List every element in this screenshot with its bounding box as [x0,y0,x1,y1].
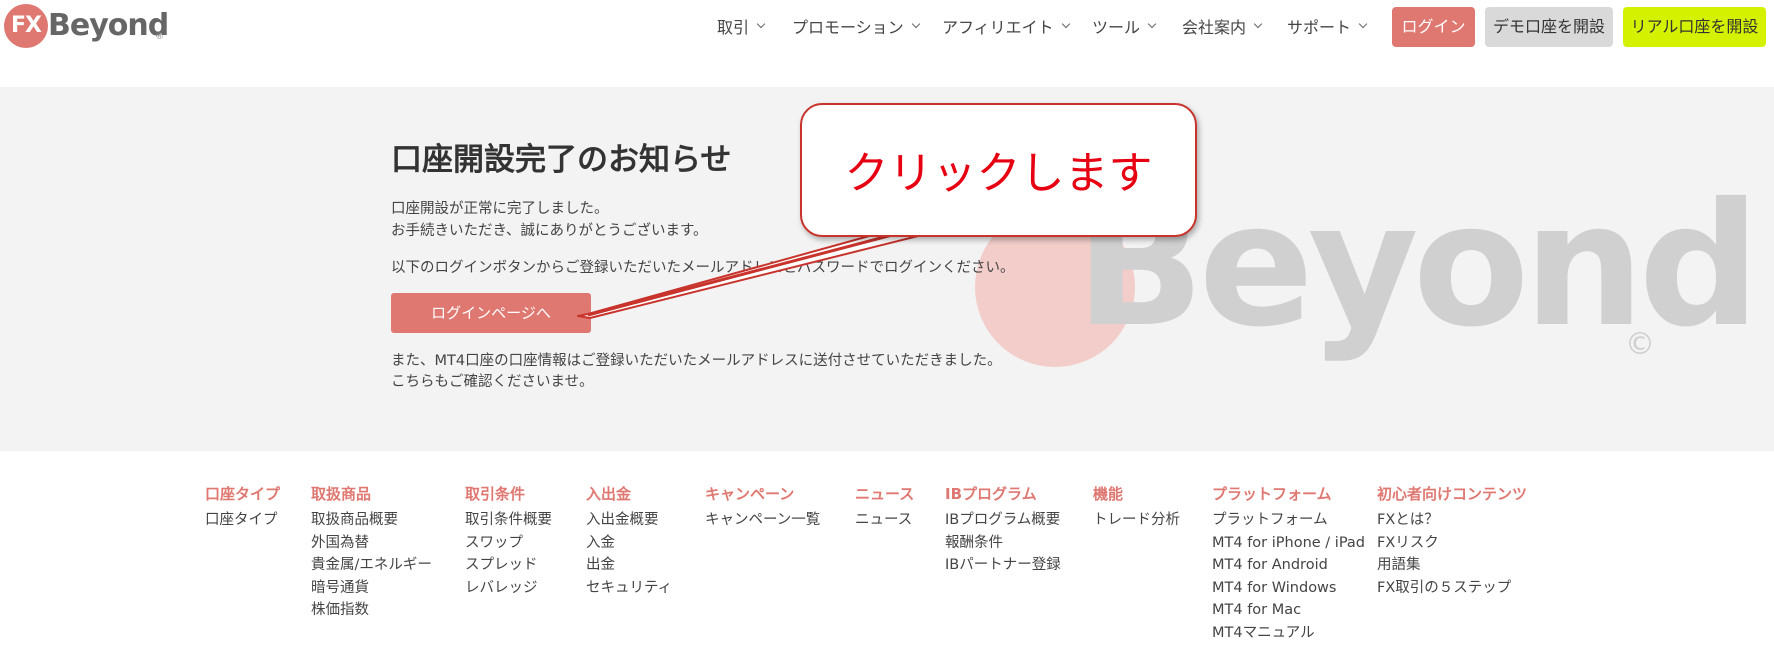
footer-link[interactable]: 貴金属/エネルギー [311,554,432,577]
notice-line-1: 口座開設が正常に完了しました。 [391,201,609,217]
footer-column-beginners: 初心者向けコンテンツ FXとは？ FXリスク 用語集 FX取引の５ステップ [1377,483,1527,599]
footer-heading: 初心者向けコンテンツ [1377,485,1528,503]
footer-link[interactable]: MT4 for Mac [1212,599,1365,622]
footer-link[interactable]: MT4 for iPhone / iPad [1212,532,1365,555]
logo-mark-icon: FX [4,4,48,48]
watermark-copyright-mark: © [1625,327,1655,362]
footer-column-platform: プラットフォーム プラットフォーム MT4 for iPhone / iPad … [1212,483,1365,644]
site-header: FX Beyond ® 取引 プロモーション アフィリエイト ツール 会社案内 … [0,0,1774,56]
footer-heading: 入出金 [586,485,632,503]
footer-link[interactable]: 用語集 [1377,554,1527,577]
footer-column-campaign: キャンペーン キャンペーン一覧 [705,483,820,532]
nav-label: 取引 [717,18,750,37]
footer-link[interactable]: 外国為替 [311,532,432,555]
chevron-down-icon [1061,19,1070,29]
footer-link[interactable]: ニュース [855,509,914,532]
page-title: 口座開設完了のお知らせ [391,142,732,178]
notice-line-4: また、MT4口座の口座情報はご登録いただいたメールアドレスに送付させていただきま… [391,353,1002,369]
nav-support[interactable]: サポート [1287,14,1368,38]
footer-link[interactable]: MT4 for Windows [1212,577,1365,600]
chevron-down-icon [911,19,920,29]
footer-column-account-type: 口座タイプ 口座タイプ [205,483,280,532]
logo-registered-mark: ® [155,32,164,42]
footer-column-ib-program: IBプログラム IBプログラム概要 報酬条件 IBパートナー登録 [945,483,1061,577]
footer-link[interactable]: 取扱商品概要 [311,509,432,532]
footer-link[interactable]: IBプログラム概要 [945,509,1061,532]
footer-link[interactable]: 株価指数 [311,599,432,622]
nav-affiliate[interactable]: アフィリエイト [942,14,1070,38]
footer-heading: ニュース [855,485,915,503]
footer-link[interactable]: 入金 [586,532,672,555]
footer-link[interactable]: トレード分析 [1093,509,1180,532]
footer-link[interactable]: 入出金概要 [586,509,672,532]
footer-column-features: 機能 トレード分析 [1093,483,1180,532]
footer-heading: キャンペーン [705,485,795,503]
open-demo-account-button[interactable]: デモ口座を開設 [1485,7,1613,47]
chevron-down-icon [1358,19,1368,29]
footer-link[interactable]: FX取引の５ステップ [1377,577,1527,600]
footer-heading: IBプログラム [945,485,1037,503]
notice-line-3: 以下のログインボタンからご登録いただいたメールアドレスとパスワードでログインくだ… [391,260,1015,276]
footer-link[interactable]: 出金 [586,554,672,577]
nav-label: 会社案内 [1182,18,1247,37]
open-real-account-button[interactable]: リアル口座を開設 [1623,7,1766,47]
fxbeyond-logo[interactable]: FX Beyond ® [4,4,169,48]
footer-link[interactable]: スプレッド [465,554,552,577]
nav-trading[interactable]: 取引 [717,14,766,38]
login-button[interactable]: ログイン [1392,7,1475,47]
logo-wordmark: Beyond [48,8,169,43]
footer-link[interactable]: IBパートナー登録 [945,554,1061,577]
footer-link[interactable]: プラットフォーム [1212,509,1365,532]
chevron-down-icon [1253,19,1263,29]
nav-tools[interactable]: ツール [1092,14,1157,38]
footer-link[interactable]: MT4 for Android [1212,554,1365,577]
footer-column-trading-conditions: 取引条件 取引条件概要 スワップ スプレッド レバレッジ [465,483,552,599]
footer-heading: 取扱商品 [311,485,372,503]
footer-heading: 機能 [1093,485,1124,503]
footer-link[interactable]: 報酬条件 [945,532,1061,555]
login-page-button[interactable]: ログインページへ [391,293,591,333]
footer-link[interactable]: セキュリティ [586,577,672,600]
nav-label: アフィリエイト [942,18,1054,37]
nav-promotion[interactable]: プロモーション [792,14,920,38]
nav-label: ツール [1092,18,1141,37]
footer-column-products: 取扱商品 取扱商品概要 外国為替 貴金属/エネルギー 暗号通貨 株価指数 [311,483,432,622]
footer-column-deposit-withdrawal: 入出金 入出金概要 入金 出金 セキュリティ [586,483,672,599]
site-footer: 口座タイプ 口座タイプ 取扱商品 取扱商品概要 外国為替 貴金属/エネルギー 暗… [0,451,1774,671]
footer-heading: 取引条件 [465,485,526,503]
footer-link[interactable]: FXリスク [1377,532,1527,555]
footer-column-news: ニュース ニュース [855,483,914,532]
notice-line-2: お手続きいただき、誠にありがとうございます。 [391,223,708,239]
nav-label: プロモーション [792,18,904,37]
chevron-down-icon [756,19,766,29]
footer-link[interactable]: 口座タイプ [205,509,280,532]
footer-link[interactable]: MT4マニュアル [1212,622,1365,645]
footer-link[interactable]: キャンペーン一覧 [705,509,820,532]
footer-link[interactable]: レバレッジ [465,577,552,600]
nav-company[interactable]: 会社案内 [1182,14,1263,38]
notice-line-5: こちらもご確認くださいませ。 [391,374,594,390]
footer-link[interactable]: 暗号通貨 [311,577,432,600]
chevron-down-icon [1147,19,1157,29]
footer-heading: プラットフォーム [1212,485,1332,503]
nav-label: サポート [1287,18,1352,37]
footer-link[interactable]: 取引条件概要 [465,509,552,532]
annotation-callout: クリックします [800,103,1197,237]
footer-heading: 口座タイプ [205,485,281,503]
footer-link[interactable]: FXとは？ [1377,509,1527,532]
footer-link[interactable]: スワップ [465,532,552,555]
callout-text: クリックします [844,148,1153,199]
